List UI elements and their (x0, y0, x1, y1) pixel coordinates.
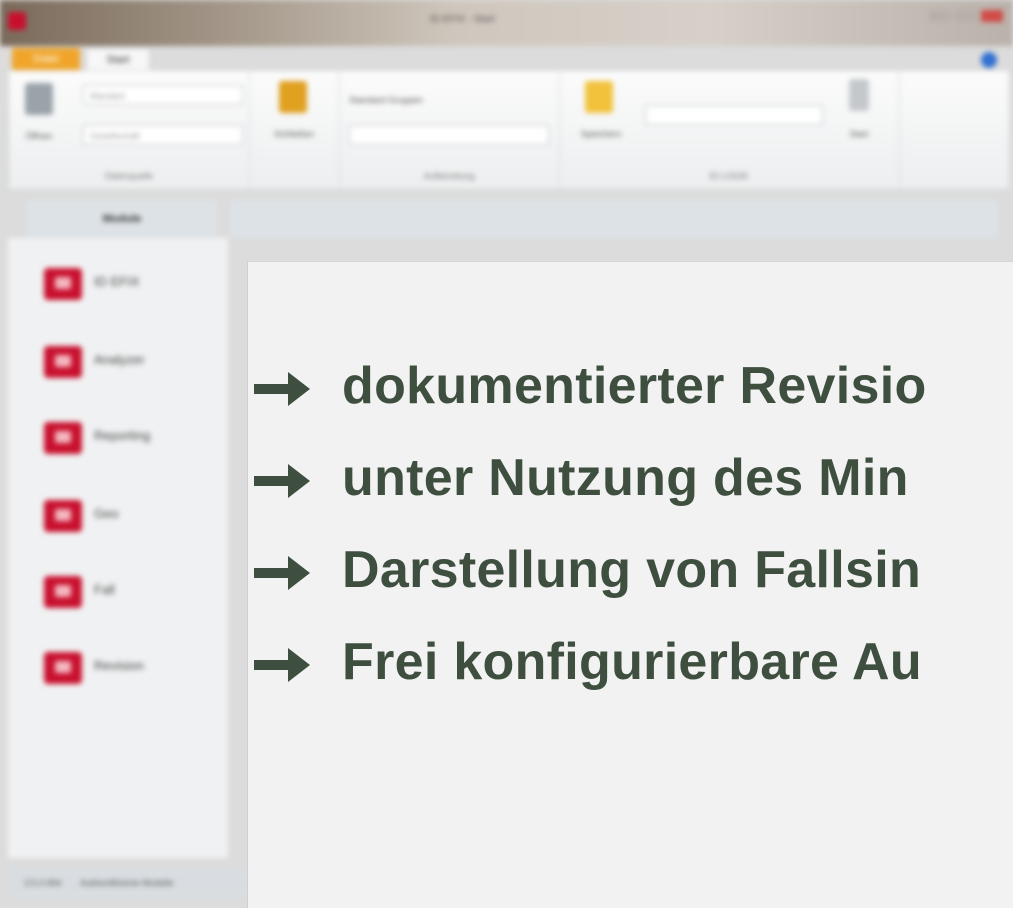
module-sidebar: ID EFIX Analyzer Reporting Geo Fall Revi… (8, 238, 228, 858)
module-icon (44, 346, 82, 378)
module-icon (44, 422, 82, 454)
module-label: ID EFIX (94, 274, 140, 289)
module-header: Module (27, 200, 217, 238)
ribbon-group-label: ID LOGIK (709, 171, 749, 181)
bullet-1: dokumentierter Revisio (254, 356, 927, 416)
save-icon[interactable] (585, 81, 613, 113)
maximize-button[interactable] (955, 10, 977, 22)
arrow-right-icon (254, 369, 312, 409)
version-text: 3.5.0.994 (24, 878, 62, 888)
module-item-revision[interactable]: Revision (38, 652, 218, 692)
company-combo[interactable]: Gesellschaft (83, 125, 243, 145)
arrow-right-icon (254, 461, 312, 501)
bullet-4: Frei konfigurierbare Au (254, 632, 922, 692)
close-button[interactable] (981, 10, 1003, 22)
window-title: ID EFIX - Start (430, 14, 496, 25)
ribbon-group-label: Aufbereitung (423, 171, 475, 181)
module-item-id-efix[interactable]: ID EFIX (38, 268, 218, 308)
filter-input[interactable] (349, 125, 549, 145)
ribbon-group-preparation: Standard Gruppen Aufbereitung (339, 71, 560, 189)
ribbon: Öffnen Mandant Gesellschaft Datenquelle … (8, 70, 1010, 190)
window-controls (929, 10, 1003, 22)
module-icon (44, 652, 82, 684)
module-icon (44, 268, 82, 300)
app-logo-icon (8, 12, 26, 30)
ribbon-group-datasource: Öffnen Mandant Gesellschaft Datenquelle (9, 71, 250, 189)
ribbon-tabs: Datei Start (0, 40, 1013, 71)
filter-group-label: Standard Gruppen (349, 95, 424, 105)
lightning-icon[interactable] (849, 79, 869, 111)
status-text: Authentifizierte Modelle (80, 878, 174, 888)
module-label: Analyzer (94, 352, 145, 367)
module-icon (44, 500, 82, 532)
module-item-analyzer[interactable]: Analyzer (38, 346, 218, 386)
ribbon-group-close: Schließen (249, 71, 340, 189)
tab-start[interactable]: Start (86, 48, 150, 71)
open-label: Öffnen (25, 131, 53, 141)
content-header (230, 200, 998, 238)
minimize-button[interactable] (929, 10, 951, 22)
logic-combo[interactable] (645, 105, 823, 125)
bullet-3: Darstellung von Fallsin (254, 540, 921, 600)
bullet-2: unter Nutzung des Min (254, 448, 909, 508)
bullet-text: Darstellung von Fallsin (342, 541, 922, 599)
save-label: Speichern (580, 129, 622, 139)
bullet-text: Frei konfigurierbare Au (342, 633, 922, 691)
module-label: Fall (94, 582, 115, 597)
close-data-label: Schließen (273, 129, 315, 139)
module-label: Geo (94, 506, 119, 521)
tab-file[interactable]: Datei (12, 48, 80, 70)
ribbon-group-logic: Speichern Start ID LOGIK (559, 71, 900, 189)
close-data-icon[interactable] (279, 81, 307, 113)
mandant-combo[interactable]: Mandant (83, 85, 243, 105)
start-label: Start (849, 129, 869, 139)
slide-overlay-panel: dokumentierter Revisio unter Nutzung des… (247, 261, 1013, 908)
module-item-fall[interactable]: Fall (38, 576, 218, 616)
ribbon-group-label: Datenquelle (104, 171, 154, 181)
module-label: Reporting (94, 428, 151, 443)
bullet-text: unter Nutzung des Min (342, 449, 909, 507)
module-icon (44, 576, 82, 608)
arrow-right-icon (254, 645, 312, 685)
module-item-geo[interactable]: Geo (38, 500, 218, 540)
module-label: Revision (94, 658, 144, 673)
arrow-right-icon (254, 553, 312, 593)
bullet-text: dokumentierter Revisio (342, 357, 927, 415)
help-icon[interactable] (981, 52, 997, 68)
module-item-reporting[interactable]: Reporting (38, 422, 218, 462)
open-icon[interactable] (25, 83, 53, 115)
